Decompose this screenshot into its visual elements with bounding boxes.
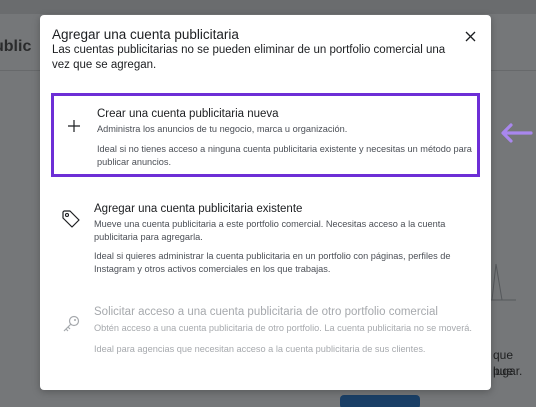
dialog-title: Agregar una cuenta publicitaria (52, 27, 239, 42)
arrow-left-icon (501, 123, 533, 143)
option-note: Ideal si no tienes acceso a ninguna cuen… (97, 144, 472, 167)
option-description: Administra los anuncios de tu negocio, m… (97, 124, 348, 134)
background-illustration (490, 263, 516, 301)
dialog-subtitle: Las cuentas publicitarias no se pueden e… (52, 44, 446, 71)
option-add-existing-ad-account[interactable]: Agregar una cuenta publicitaria existent… (51, 201, 480, 285)
close-icon (465, 31, 475, 41)
option-note: Ideal si quieres administrar la cuenta p… (94, 251, 451, 274)
option-create-new-ad-account[interactable]: Crear una cuenta publicitaria nueva Admi… (51, 93, 480, 177)
option-description: Obtén acceso a una cuenta publicitaria d… (94, 323, 472, 333)
plus-icon (64, 116, 84, 136)
background-page-title: ublic (0, 38, 32, 55)
option-request-access-ad-account: Solicitar acceso a una cuenta publicitar… (51, 301, 480, 385)
background-text-line: lugar. (493, 364, 523, 378)
option-description: Mueve una cuenta publicitaria a este por… (94, 219, 446, 242)
add-ad-account-dialog: Agregar una cuenta publicitaria Las cuen… (40, 15, 491, 390)
background-topbar (0, 0, 536, 14)
option-title: Solicitar acceso a una cuenta publicitar… (94, 306, 438, 318)
key-icon (61, 314, 81, 334)
tag-icon (61, 209, 81, 229)
background-button (340, 395, 420, 407)
option-note: Ideal para agencias que necesitan acceso… (94, 344, 426, 354)
option-title: Agregar una cuenta publicitaria existent… (94, 203, 303, 215)
close-button[interactable] (461, 27, 479, 45)
option-title: Crear una cuenta publicitaria nueva (97, 108, 279, 120)
